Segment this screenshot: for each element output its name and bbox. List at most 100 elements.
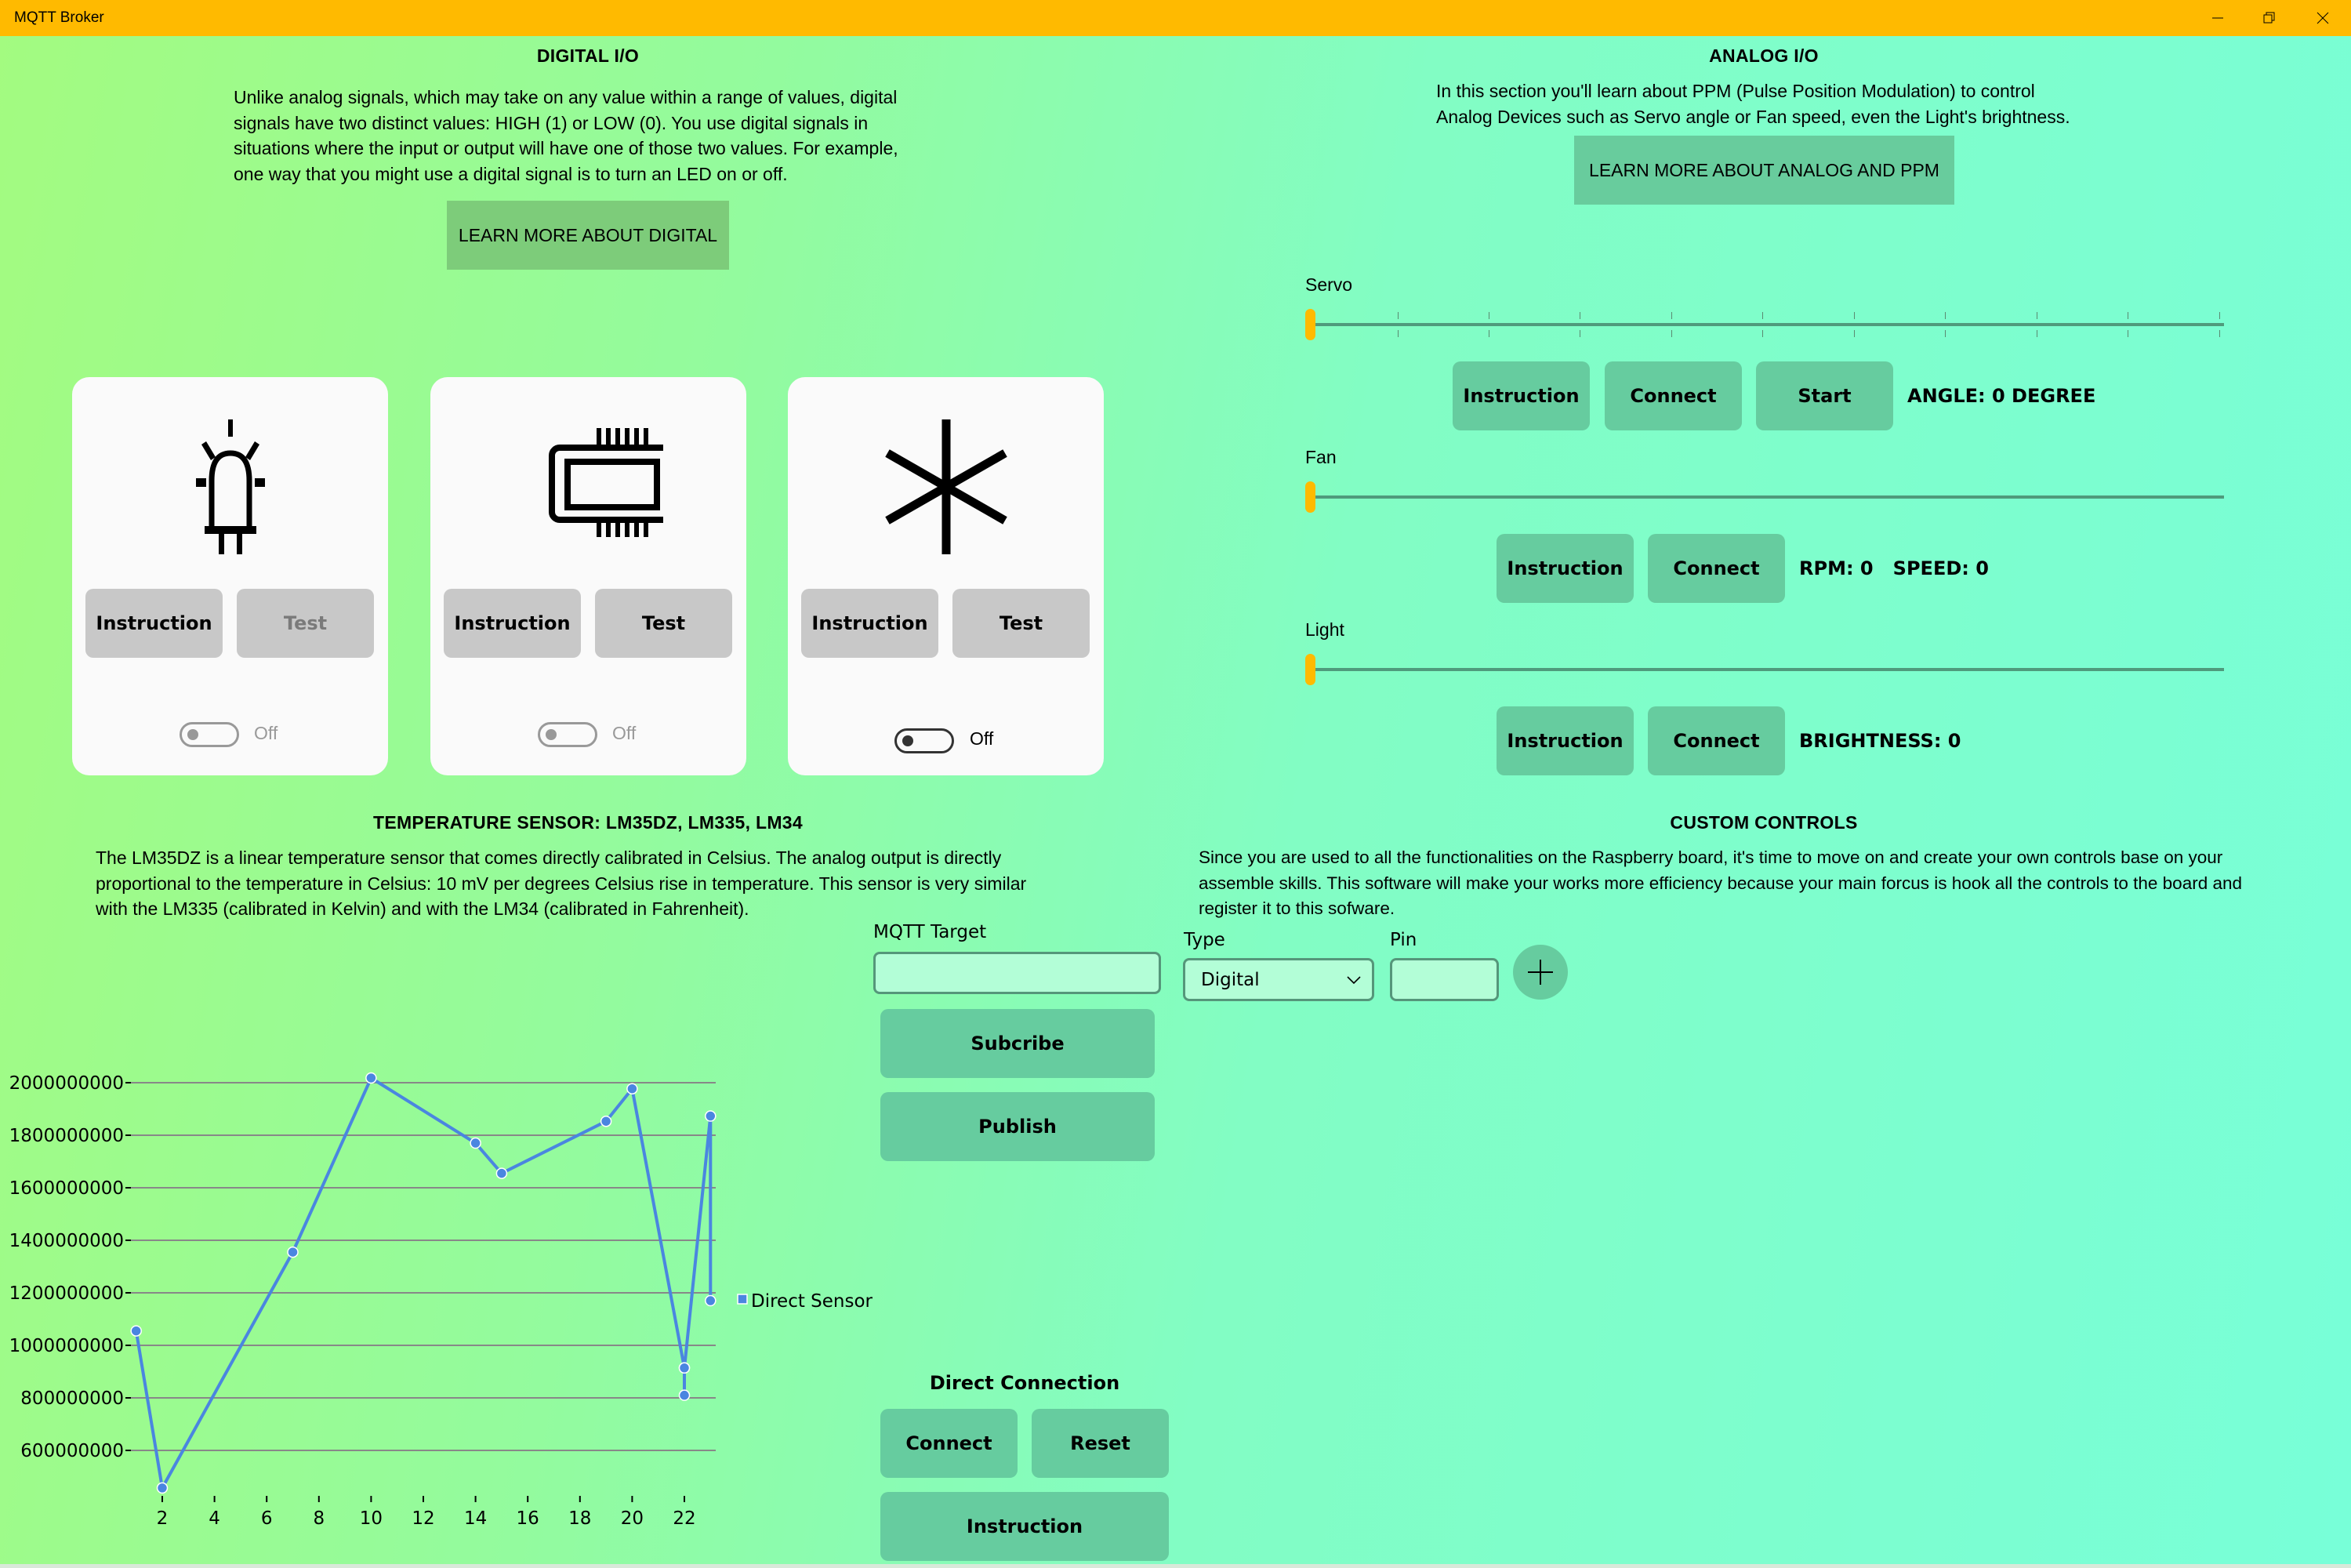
direct-reset-button[interactable]: Reset bbox=[1032, 1409, 1169, 1478]
servo-start-button[interactable]: Start bbox=[1756, 361, 1893, 430]
asterisk-toggle[interactable] bbox=[894, 728, 954, 753]
x-tick-label: 10 bbox=[360, 1508, 383, 1529]
close-button[interactable] bbox=[2297, 0, 2349, 36]
led-toggle-label: Off bbox=[254, 723, 278, 743]
led-toggle[interactable] bbox=[180, 722, 239, 747]
data-point bbox=[600, 1115, 612, 1127]
chip-test-button[interactable]: Test bbox=[595, 589, 732, 658]
led-instruction-button[interactable]: Instruction bbox=[85, 589, 223, 658]
type-dropdown[interactable]: Digital bbox=[1183, 958, 1374, 1001]
description-line: Unlike analog signals, which may take on… bbox=[234, 87, 898, 107]
servo-label: Servo bbox=[1305, 274, 1353, 295]
servo-connect-button[interactable]: Connect bbox=[1605, 361, 1742, 430]
minimize-button[interactable] bbox=[2192, 0, 2244, 36]
temperature-description: The LM35DZ is a linear temperature senso… bbox=[96, 845, 1115, 922]
y-tick-label: 1800000000 bbox=[9, 1126, 124, 1146]
title-bar: MQTT Broker bbox=[0, 0, 2351, 36]
chip-card: Instruction Test Off bbox=[430, 377, 746, 775]
x-tick-label: 12 bbox=[412, 1508, 434, 1529]
restore-icon bbox=[2263, 12, 2275, 24]
chip-instruction-button[interactable]: Instruction bbox=[444, 589, 581, 658]
digital-description: Unlike analog signals, which may take on… bbox=[234, 85, 971, 187]
type-label: Type bbox=[1184, 930, 1225, 950]
data-point bbox=[678, 1389, 691, 1401]
servo-instruction-button[interactable]: Instruction bbox=[1453, 361, 1590, 430]
slider-track bbox=[1305, 668, 2224, 671]
description-line: situations where the input or output wil… bbox=[234, 138, 898, 158]
light-slider[interactable] bbox=[1305, 653, 2224, 686]
y-tick-label: 1600000000 bbox=[9, 1178, 124, 1199]
led-test-button[interactable]: Test bbox=[237, 589, 374, 658]
servo-angle-readout: ANGLE: 0 DEGREE bbox=[1907, 385, 2096, 407]
description-line: Since you are used to all the functional… bbox=[1199, 848, 2223, 867]
restore-button[interactable] bbox=[2244, 0, 2295, 36]
sensor-line-chart: 600000000 800000000 1000000000 1200000000 14… bbox=[9, 1072, 873, 1529]
fan-slider-thumb[interactable] bbox=[1305, 481, 1315, 513]
direct-instruction-button[interactable]: Instruction bbox=[880, 1492, 1169, 1561]
series-line bbox=[134, 1076, 713, 1490]
fan-instruction-button[interactable]: Instruction bbox=[1497, 534, 1634, 603]
x-tick-label: 18 bbox=[568, 1508, 591, 1529]
description-line: In this section you'll learn about PPM (… bbox=[1436, 81, 2035, 101]
legend-swatch bbox=[737, 1294, 748, 1305]
data-point bbox=[287, 1246, 299, 1258]
y-tick-label: 1400000000 bbox=[9, 1231, 124, 1251]
fan-connect-button[interactable]: Connect bbox=[1648, 534, 1785, 603]
data-point bbox=[495, 1167, 508, 1179]
x-tick-label: 2 bbox=[157, 1508, 169, 1529]
x-tick-label: 6 bbox=[261, 1508, 273, 1529]
chip-toggle[interactable] bbox=[538, 722, 597, 747]
custom-title: CUSTOM CONTROLS bbox=[1670, 812, 1858, 833]
data-point bbox=[626, 1083, 638, 1094]
fan-slider[interactable] bbox=[1305, 481, 2224, 514]
asterisk-icon bbox=[884, 419, 1007, 554]
analog-description: In this section you'll learn about PPM (… bbox=[1436, 78, 2142, 129]
description-line: with the LM335 (calibrated in Kelvin) an… bbox=[96, 898, 749, 919]
light-connect-button[interactable]: Connect bbox=[1648, 706, 1785, 775]
temperature-title: TEMPERATURE SENSOR: LM35DZ, LM335, LM34 bbox=[372, 812, 803, 833]
description-line: signals have two distinct values: HIGH (… bbox=[234, 112, 869, 133]
minimize-icon bbox=[2212, 17, 2223, 19]
servo-slider[interactable] bbox=[1305, 308, 2224, 341]
add-control-button[interactable] bbox=[1513, 945, 1568, 1000]
direct-connect-button[interactable]: Connect bbox=[880, 1409, 1018, 1478]
mqtt-target-label: MQTT Target bbox=[873, 922, 987, 942]
slider-track bbox=[1305, 323, 2224, 326]
x-tick-label: 4 bbox=[209, 1508, 220, 1529]
asterisk-instruction-button[interactable]: Instruction bbox=[801, 589, 938, 658]
pin-input[interactable] bbox=[1390, 958, 1499, 1001]
chip-icon bbox=[548, 428, 663, 537]
led-icon bbox=[195, 419, 265, 554]
description-line: Analog Devices such as Servo angle or Fa… bbox=[1436, 106, 2070, 127]
type-dropdown-value: Digital bbox=[1201, 970, 1260, 990]
analog-title: ANALOG I/O bbox=[1709, 45, 1819, 66]
mqtt-target-input[interactable] bbox=[873, 952, 1161, 994]
fan-rpm-readout: RPM: 0 SPEED: 0 bbox=[1799, 557, 1989, 579]
light-instruction-button[interactable]: Instruction bbox=[1497, 706, 1634, 775]
light-brightness-readout: BRIGHTNESS: 0 bbox=[1799, 730, 1961, 752]
y-tick-label: 800000000 bbox=[20, 1388, 124, 1409]
data-point bbox=[130, 1325, 142, 1337]
chevron-down-icon bbox=[1347, 976, 1361, 985]
subscribe-button[interactable]: Subcribe bbox=[880, 1009, 1155, 1078]
x-tick-label: 22 bbox=[673, 1508, 695, 1529]
light-slider-thumb[interactable] bbox=[1305, 654, 1315, 685]
learn-more-analog-button[interactable]: LEARN MORE ABOUT ANALOG AND PPM bbox=[1574, 136, 1954, 205]
y-tick-label: 1000000000 bbox=[9, 1336, 124, 1356]
y-tick-label: 600000000 bbox=[20, 1441, 124, 1461]
asterisk-card: Instruction Test Off bbox=[788, 377, 1104, 775]
pin-label: Pin bbox=[1390, 930, 1417, 950]
description-line: proportional to the temperature in Celsi… bbox=[96, 873, 1027, 894]
publish-button[interactable]: Publish bbox=[880, 1092, 1155, 1161]
digital-title: DIGITAL I/O bbox=[536, 45, 640, 66]
servo-slider-thumb[interactable] bbox=[1305, 309, 1315, 340]
description-line: assemble skills. This software will make… bbox=[1199, 873, 2243, 893]
description-line: The LM35DZ is a linear temperature senso… bbox=[96, 848, 1002, 868]
data-point bbox=[705, 1110, 717, 1122]
asterisk-test-button[interactable]: Test bbox=[952, 589, 1090, 658]
x-tick-label: 14 bbox=[464, 1508, 487, 1529]
data-point bbox=[470, 1137, 481, 1149]
close-icon bbox=[2317, 12, 2329, 24]
custom-description: Since you are used to all the functional… bbox=[1199, 845, 2343, 922]
learn-more-digital-button[interactable]: LEARN MORE ABOUT DIGITAL bbox=[447, 201, 729, 270]
